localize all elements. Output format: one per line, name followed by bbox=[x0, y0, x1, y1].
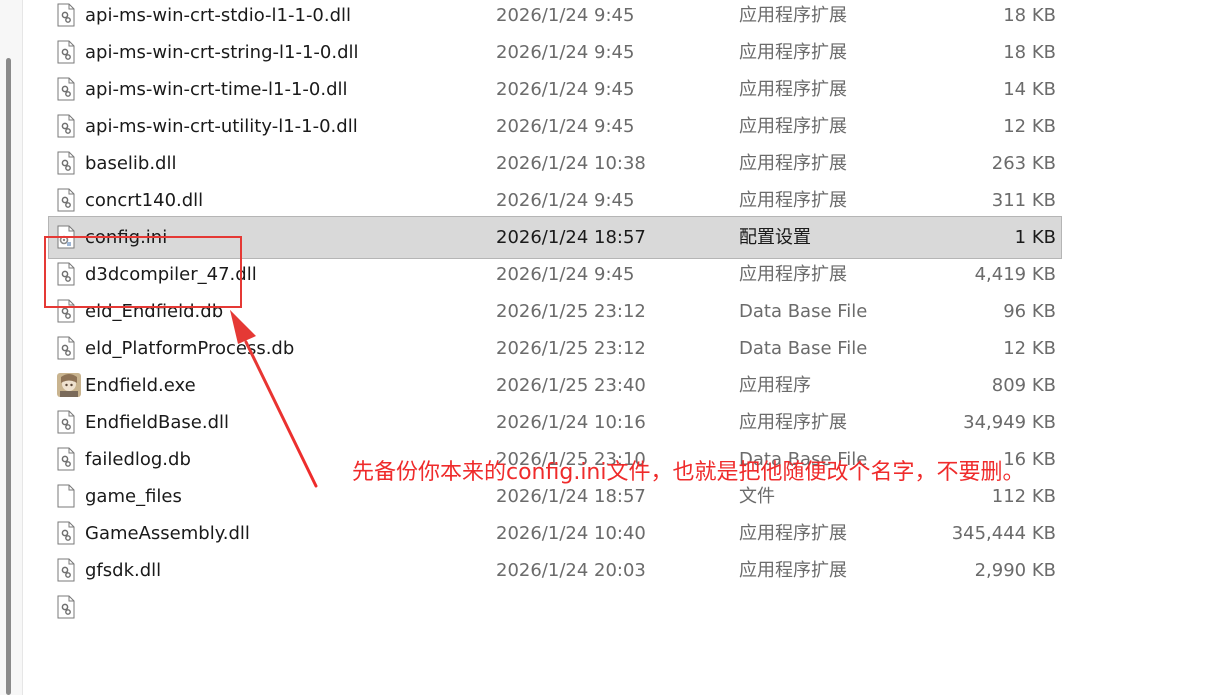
dll-icon bbox=[57, 188, 75, 212]
dll-icon bbox=[57, 77, 75, 101]
dll-icon bbox=[57, 3, 75, 27]
dll-icon bbox=[57, 151, 75, 175]
dll-icon bbox=[57, 595, 75, 619]
app-icon bbox=[57, 373, 81, 397]
dll-icon bbox=[57, 336, 75, 360]
annotation-note: 先备份你本来的config.ini文件，也就是把他随便改个名字，不要删。 bbox=[352, 460, 1025, 485]
blank-file-icon bbox=[57, 484, 75, 508]
file-list: api-ms-win-crt-stdio-l1-1-0.dll 2026/1/24… bbox=[48, 0, 1062, 629]
dll-icon bbox=[57, 521, 75, 545]
scrollbar-thumb[interactable] bbox=[6, 58, 11, 695]
highlight-box bbox=[44, 236, 242, 308]
dll-icon bbox=[57, 558, 75, 582]
file-row[interactable] bbox=[48, 586, 1062, 629]
dll-icon bbox=[57, 114, 75, 138]
dll-icon bbox=[57, 40, 75, 64]
dll-icon bbox=[57, 447, 75, 471]
dll-icon bbox=[57, 410, 75, 434]
navigation-pane-edge bbox=[0, 0, 23, 695]
